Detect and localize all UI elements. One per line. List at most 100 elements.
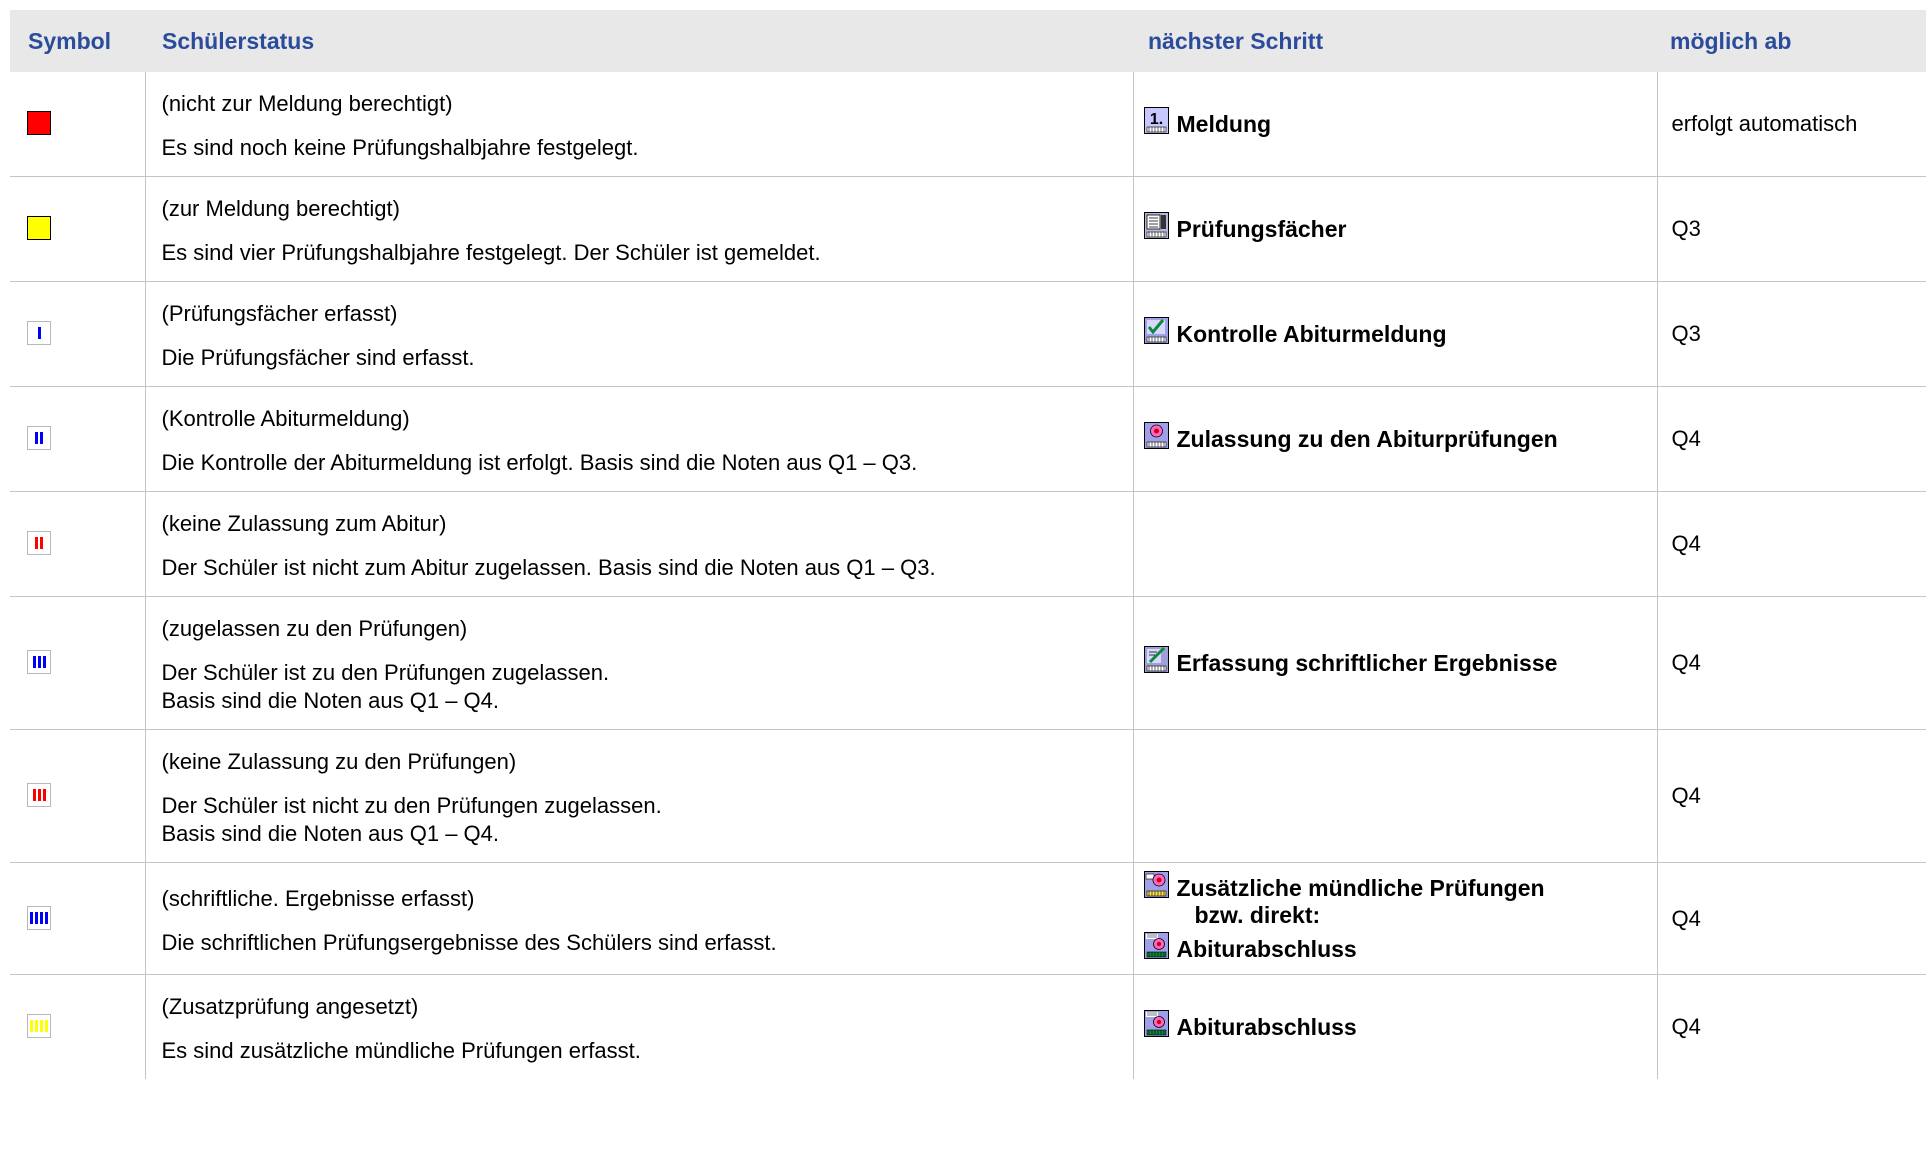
status-bar: [35, 1020, 38, 1032]
next-step-cell: Erfassung schriftlicher Ergebnisse: [1132, 596, 1658, 730]
status-symbol-icon: [27, 426, 51, 450]
next-step-label: Zulassung zu den Abiturprüfungen: [1176, 426, 1558, 452]
status-symbol-icon: [27, 783, 51, 807]
header-next-step: nächster Schritt: [1133, 10, 1657, 72]
symbol-cell: [10, 491, 146, 597]
table-row: (nicht zur Meldung berechtigt) Es sind no…: [10, 72, 1926, 177]
table-row: (schriftliche. Ergebnisse erfasst) Die sc…: [10, 862, 1926, 975]
status-description: Der Schüler ist nicht zum Abitur zugelas…: [161, 555, 936, 580]
status-description: Der Schüler ist zu den Prüfungen zugelas…: [161, 660, 610, 685]
next-step[interactable]: Kontrolle Abiturmeldung: [1143, 316, 1649, 349]
kontrolle-icon: [1143, 316, 1169, 344]
status-symbol-icon: [27, 1014, 51, 1038]
status-cell: (keine Zulassung zu den Prüfungen) Der Sc…: [144, 729, 1134, 863]
next-step[interactable]: Zusätzliche mündliche Prüfungen: [1143, 870, 1649, 903]
status-bar: [42, 789, 46, 801]
status-symbol-icon: [27, 111, 51, 135]
status-bar: [35, 537, 38, 549]
status-description: Es sind vier Prüfungshalbjahre festgeleg…: [161, 240, 821, 265]
header-status: Schülerstatus: [145, 10, 1133, 72]
possible-from-cell: Q3: [1656, 281, 1926, 387]
next-step[interactable]: Abiturabschluss: [1143, 1009, 1649, 1042]
next-step-note: bzw. direkt:: [1194, 902, 1321, 928]
status-symbol-icon: [27, 650, 51, 674]
status-bar: [32, 789, 36, 801]
next-step-cell: Zulassung zu den Abiturprüfungen: [1132, 386, 1658, 492]
status-description: Der Schüler ist nicht zu den Prüfungen z…: [161, 793, 662, 818]
status-title: (zugelassen zu den Prüfungen): [161, 616, 468, 641]
status-cell: (schriftliche. Ergebnisse erfasst) Die sc…: [144, 862, 1134, 975]
status-table: Symbol Schülerstatus nächster Schritt mö…: [10, 10, 1926, 1079]
next-step-cell: [1132, 729, 1658, 863]
symbol-cell: [10, 862, 146, 975]
header-possible-from: möglich ab: [1657, 10, 1926, 72]
status-bar: [30, 1020, 33, 1032]
symbol-cell: [10, 176, 146, 282]
status-description-basis: Basis sind die Noten aus Q1 – Q4.: [161, 688, 500, 713]
status-symbol-icon: [27, 905, 51, 930]
status-description-basis: Basis sind die Noten aus Q1 – Q4.: [161, 821, 500, 846]
next-step[interactable]: Erfassung schriftlicher Ergebnisse: [1143, 645, 1649, 678]
possible-from-cell: Q4: [1656, 974, 1926, 1079]
table-row: (keine Zulassung zu den Prüfungen) Der Sc…: [10, 729, 1926, 863]
status-description: Die schriftlichen Prüfungsergebnisse des…: [161, 929, 777, 955]
next-step[interactable]: Prüfungsfächer: [1143, 211, 1649, 244]
table-body: (nicht zur Meldung berechtigt) Es sind no…: [10, 72, 1926, 1079]
status-title: (nicht zur Meldung berechtigt): [161, 91, 453, 116]
next-step[interactable]: Zulassung zu den Abiturprüfungen: [1143, 421, 1649, 454]
next-step-label: Kontrolle Abiturmeldung: [1176, 321, 1447, 347]
status-title: (Kontrolle Abiturmeldung): [161, 406, 410, 431]
possible-from-cell: Q4: [1656, 596, 1926, 730]
next-step[interactable]: Abiturabschluss: [1143, 931, 1649, 964]
status-title: (zur Meldung berechtigt): [161, 196, 400, 221]
status-description: Die Kontrolle der Abiturmeldung ist erfo…: [161, 450, 918, 475]
status-description: Die Prüfungsfächer sind erfasst.: [161, 345, 475, 370]
symbol-cell: [10, 974, 146, 1079]
next-step-label: Zusätzliche mündliche Prüfungen: [1176, 875, 1545, 901]
table-row: (zugelassen zu den Prüfungen) Der Schüler…: [10, 596, 1926, 730]
symbol-cell: [10, 729, 146, 863]
status-title: (Zusatzprüfung angesetzt): [161, 994, 419, 1019]
next-step-cell: [1132, 491, 1658, 597]
status-symbol-icon: [27, 216, 51, 240]
next-step-label: Abiturabschluss: [1176, 1014, 1357, 1040]
next-step-cell: Prüfungsfächer: [1132, 176, 1658, 282]
status-cell: (keine Zulassung zum Abitur) Der Schüler …: [144, 491, 1134, 597]
next-step-label: Prüfungsfächer: [1176, 216, 1347, 242]
possible-from-cell: Q4: [1656, 386, 1926, 492]
next-step-label: Meldung: [1176, 111, 1272, 137]
next-step-cell: Abiturabschluss: [1132, 974, 1658, 1079]
zulassung-icon: [1143, 421, 1169, 449]
table-row: (Kontrolle Abiturmeldung) Die Kontrolle d…: [10, 386, 1926, 492]
table-row: (Prüfungsfächer erfasst) Die Prüfungsfäch…: [10, 281, 1926, 387]
svg-text:1.: 1.: [1149, 111, 1162, 128]
status-bar: [37, 789, 41, 801]
symbol-cell: [10, 281, 146, 387]
table-row: (Zusatzprüfung angesetzt) Es sind zusätzl…: [10, 974, 1926, 1079]
status-bar: [40, 911, 43, 924]
status-title: (Prüfungsfächer erfasst): [161, 301, 398, 326]
header-symbol: Symbol: [10, 10, 145, 72]
possible-from-cell: Q4: [1656, 862, 1926, 975]
symbol-cell: [10, 386, 146, 492]
abiturabschluss-icon: [1143, 931, 1169, 959]
erfassung-icon: [1143, 645, 1169, 673]
status-bar: [35, 911, 38, 924]
symbol-cell: [10, 596, 146, 730]
status-cell: (zur Meldung berechtigt) Es sind vier Prü…: [144, 176, 1134, 282]
next-step-cell: Kontrolle Abiturmeldung: [1132, 281, 1658, 387]
status-bar: [45, 911, 48, 924]
possible-from-cell: Q3: [1656, 176, 1926, 282]
status-symbol-icon: [27, 321, 51, 345]
next-step[interactable]: 1. Meldung: [1143, 106, 1649, 139]
pruefungsfaecher-icon: [1143, 211, 1169, 239]
possible-from-cell: erfolgt automatisch: [1656, 72, 1926, 177]
status-cell: (Kontrolle Abiturmeldung) Die Kontrolle d…: [144, 386, 1134, 492]
status-cell: (zugelassen zu den Prüfungen) Der Schüler…: [144, 596, 1134, 730]
possible-from-cell: Q4: [1656, 729, 1926, 863]
next-step-cell: Zusätzliche mündliche Prüfungen bzw. dire…: [1132, 862, 1658, 975]
status-cell: (Prüfungsfächer erfasst) Die Prüfungsfäch…: [144, 281, 1134, 387]
status-bar: [37, 656, 41, 668]
status-cell: (nicht zur Meldung berechtigt) Es sind no…: [144, 72, 1134, 177]
next-step-label: Abiturabschluss: [1176, 936, 1357, 962]
